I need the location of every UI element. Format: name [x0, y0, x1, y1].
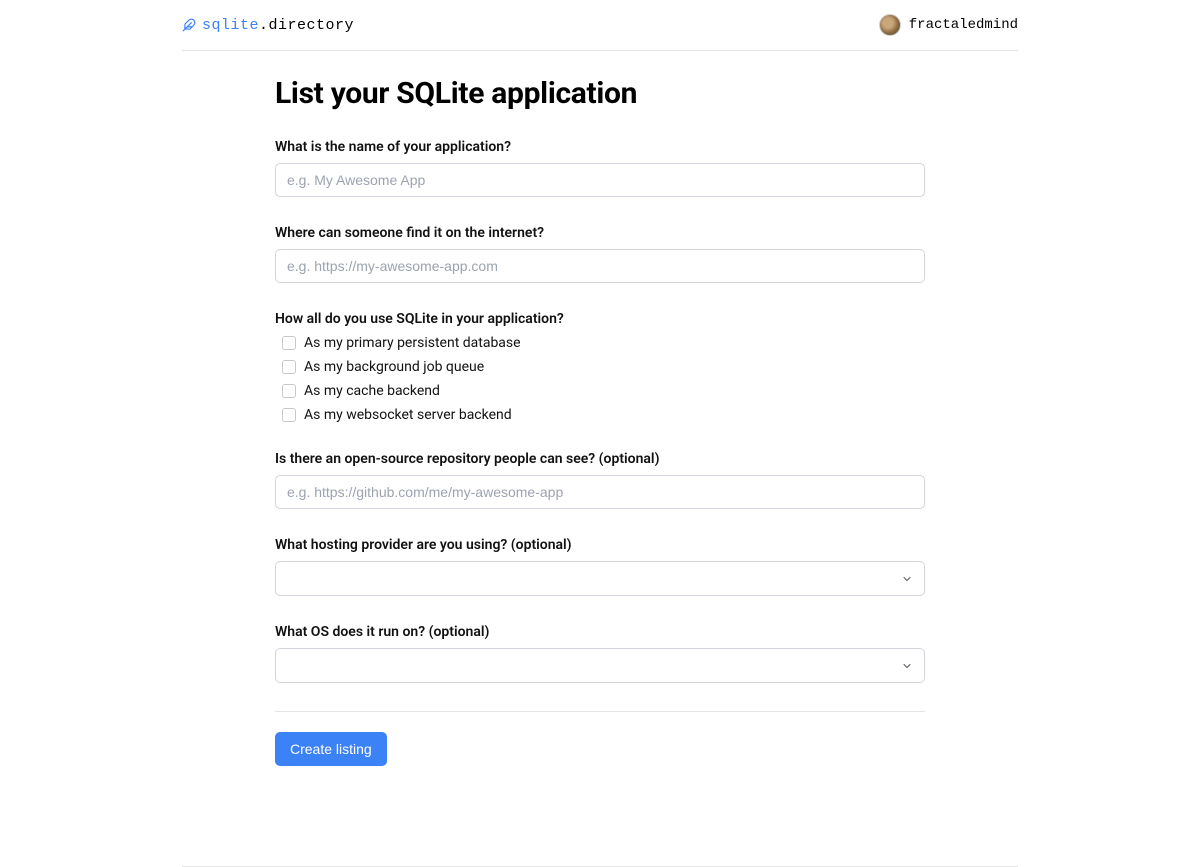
field-name: What is the name of your application? — [275, 139, 925, 197]
form-divider — [275, 711, 925, 712]
label-repo: Is there an open-source repository peopl… — [275, 451, 925, 467]
select-wrap-os — [275, 648, 925, 683]
logo-text: sqlite.directory — [202, 17, 354, 34]
input-url[interactable] — [275, 249, 925, 283]
field-repo: Is there an open-source repository peopl… — [275, 451, 925, 509]
select-os[interactable] — [275, 648, 925, 683]
checkbox-row-cache: As my cache backend — [282, 383, 925, 399]
label-name: What is the name of your application? — [275, 139, 925, 155]
select-hosting[interactable] — [275, 561, 925, 596]
field-url: Where can someone find it on the interne… — [275, 225, 925, 283]
checkbox-label[interactable]: As my primary persistent database — [304, 335, 521, 351]
usage-checkbox-group: As my primary persistent database As my … — [275, 335, 925, 423]
select-wrap-hosting — [275, 561, 925, 596]
username: fractaledmind — [909, 17, 1018, 33]
checkbox-row-job-queue: As my background job queue — [282, 359, 925, 375]
label-url: Where can someone find it on the interne… — [275, 225, 925, 241]
checkbox-row-websocket: As my websocket server backend — [282, 407, 925, 423]
input-repo[interactable] — [275, 475, 925, 509]
checkbox-job-queue[interactable] — [282, 360, 296, 374]
feather-icon — [182, 18, 196, 32]
label-os: What OS does it run on? (optional) — [275, 624, 925, 640]
header: sqlite.directory fractaledmind — [182, 0, 1018, 51]
user-link[interactable]: fractaledmind — [879, 14, 1018, 36]
checkbox-cache[interactable] — [282, 384, 296, 398]
page-title: List your SQLite application — [275, 76, 925, 111]
label-hosting: What hosting provider are you using? (op… — [275, 537, 925, 553]
input-name[interactable] — [275, 163, 925, 197]
main-content: List your SQLite application What is the… — [275, 51, 925, 806]
checkbox-label[interactable]: As my cache backend — [304, 383, 440, 399]
checkbox-label[interactable]: As my background job queue — [304, 359, 484, 375]
create-listing-button[interactable]: Create listing — [275, 732, 387, 766]
field-hosting: What hosting provider are you using? (op… — [275, 537, 925, 596]
avatar — [879, 14, 901, 36]
field-os: What OS does it run on? (optional) — [275, 624, 925, 683]
checkbox-row-primary-db: As my primary persistent database — [282, 335, 925, 351]
label-usage: How all do you use SQLite in your applic… — [275, 311, 925, 327]
checkbox-websocket[interactable] — [282, 408, 296, 422]
field-usage: How all do you use SQLite in your applic… — [275, 311, 925, 423]
checkbox-primary-db[interactable] — [282, 336, 296, 350]
checkbox-label[interactable]: As my websocket server backend — [304, 407, 512, 423]
logo-link[interactable]: sqlite.directory — [182, 17, 354, 34]
